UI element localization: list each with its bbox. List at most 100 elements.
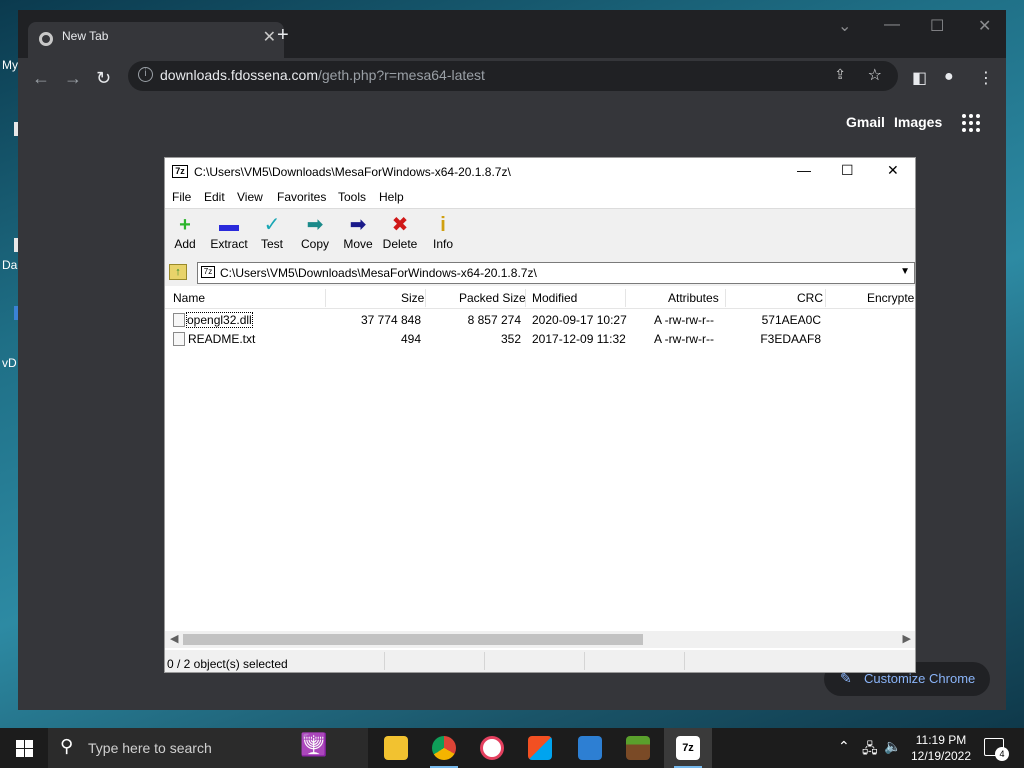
scroll-right-icon[interactable]: ▶	[903, 632, 911, 645]
browser-toolbar: ← → ↻ i downloads.fdossena.com/geth.php?…	[18, 58, 1006, 102]
col-name[interactable]: Name	[173, 291, 205, 305]
extract-icon: ▬	[219, 214, 239, 236]
sevenzip-minimize-icon[interactable]: —	[797, 162, 811, 178]
delete-label: Delete	[382, 237, 418, 251]
url-path: /geth.php?r=mesa64-latest	[318, 67, 485, 83]
chrome-icon	[432, 736, 456, 760]
copy-label: Copy	[300, 237, 329, 251]
clock-date: 12/19/2022	[910, 749, 972, 763]
test-button[interactable]: ✓ Test	[250, 213, 294, 251]
add-button[interactable]: + Add	[163, 213, 207, 251]
row-modified: 2017-12-09 11:32	[532, 332, 626, 346]
col-crc[interactable]: CRC	[797, 291, 823, 305]
volume-icon[interactable]: 🔈	[884, 738, 901, 755]
table-row[interactable]: README.txt 494 352 2017-12-09 11:32 A -r…	[165, 330, 915, 349]
side-panel-icon[interactable]: ◧	[912, 68, 927, 88]
file-list-header: Name Size Packed Size Modified Attribute…	[165, 287, 915, 309]
sevenzip-address-combo[interactable]: 7z C:\Users\VM5\Downloads\MesaForWindows…	[197, 262, 915, 284]
file-icon	[173, 332, 185, 346]
forward-icon[interactable]: →	[64, 68, 82, 89]
network-icon[interactable]: 🖧	[862, 738, 878, 762]
col-modified[interactable]: Modified	[532, 291, 577, 305]
taskbar: ⚲ Type here to search 🕎 7z ⌃ 🖧 🔈 11:19 P…	[0, 728, 1024, 768]
windows-start-icon[interactable]	[16, 740, 33, 757]
folder-up-icon[interactable]: ↑	[169, 264, 187, 280]
back-icon[interactable]: ←	[32, 68, 50, 89]
desktop-icon-label: Da	[2, 258, 18, 272]
scrollbar-thumb[interactable]	[183, 634, 643, 645]
extract-button[interactable]: ▬ Extract	[207, 213, 251, 251]
taskbar-chrome[interactable]	[420, 728, 468, 768]
menu-view[interactable]: View	[237, 190, 263, 204]
gmail-link[interactable]: Gmail	[846, 114, 885, 130]
show-hidden-icons-icon[interactable]: ⌃	[838, 738, 850, 755]
dos-icon	[578, 736, 602, 760]
tab-search-icon[interactable]: ⌄	[838, 16, 851, 36]
menu-tools[interactable]: Tools	[338, 190, 366, 204]
row-packed: 352	[500, 332, 521, 346]
minimize-icon[interactable]: —	[884, 16, 900, 34]
taskbar-store[interactable]	[516, 728, 564, 768]
table-row[interactable]: opengl32.dll 37 774 848 8 857 274 2020-0…	[165, 311, 915, 330]
sevenzip-toolbar: + Add ▬ Extract ✓ Test ➡ Copy ➡ Move ✖ D…	[165, 208, 915, 260]
search-icon: ⚲	[60, 736, 74, 756]
new-tab-button[interactable]: +	[277, 24, 289, 47]
menu-help[interactable]: Help	[379, 190, 404, 204]
taskbar-file-explorer[interactable]	[372, 728, 420, 768]
close-window-icon[interactable]: ✕	[978, 16, 991, 36]
clock-time: 11:19 PM	[915, 733, 967, 747]
taskbar-7zip[interactable]: 7z	[664, 728, 712, 768]
row-name: opengl32.dll	[186, 312, 253, 328]
extract-label: Extract	[210, 237, 248, 251]
profile-icon[interactable]: ●	[944, 68, 954, 86]
taskbar-clock[interactable]: 11:19 PM 12/19/2022	[906, 732, 976, 764]
menorah-icon: 🕎	[300, 732, 328, 757]
chevron-down-icon[interactable]: ▼	[900, 266, 910, 277]
reload-icon[interactable]: ↻	[96, 68, 111, 89]
desktop-icon-label: My	[2, 58, 18, 72]
address-bar[interactable]: i downloads.fdossena.com/geth.php?r=mesa…	[128, 61, 898, 91]
folder-icon	[384, 736, 408, 760]
sevenzip-address-text: C:\Users\VM5\Downloads\MesaForWindows-x6…	[220, 266, 537, 280]
row-attributes: A -rw-rw-r--	[654, 313, 714, 327]
move-button[interactable]: ➡ Move	[336, 213, 380, 251]
menu-kebab-icon[interactable]: ⋮	[978, 68, 994, 88]
taskbar-search[interactable]: ⚲ Type here to search 🕎	[48, 728, 368, 768]
sevenzip-window: 7z C:\Users\VM5\Downloads\MesaForWindows…	[164, 157, 916, 673]
sevenzip-logo-icon: 7z	[172, 165, 188, 178]
copy-button[interactable]: ➡ Copy	[293, 213, 337, 251]
share-icon[interactable]: ⇪	[834, 66, 846, 83]
tab-close-icon[interactable]: ✕	[263, 27, 276, 47]
sevenzip-titlebar[interactable]: 7z C:\Users\VM5\Downloads\MesaForWindows…	[165, 158, 915, 186]
site-info-icon[interactable]: i	[138, 67, 153, 82]
customize-chrome-label: Customize Chrome	[864, 671, 976, 686]
copy-icon: ➡	[306, 214, 324, 236]
taskbar-minecraft[interactable]	[614, 728, 662, 768]
row-crc: F3EDAAF8	[760, 332, 821, 346]
sevenzip-maximize-icon[interactable]: ☐	[841, 162, 854, 179]
taskbar-dos-app[interactable]	[566, 728, 614, 768]
horizontal-scrollbar[interactable]: ◀ ▶	[165, 631, 915, 648]
tab-title: New Tab	[62, 29, 109, 43]
col-size[interactable]: Size	[401, 291, 424, 305]
file-list: Name Size Packed Size Modified Attribute…	[165, 287, 915, 631]
menu-edit[interactable]: Edit	[204, 190, 225, 204]
scroll-left-icon[interactable]: ◀	[170, 632, 178, 645]
notification-center-icon[interactable]: 4	[984, 738, 1009, 761]
delete-button[interactable]: ✖ Delete	[378, 213, 422, 251]
col-packed-size[interactable]: Packed Size	[459, 291, 526, 305]
menu-favorites[interactable]: Favorites	[277, 190, 326, 204]
col-attributes[interactable]: Attributes	[668, 291, 719, 305]
bookmark-star-icon[interactable]: ☆	[868, 65, 882, 85]
col-encrypted[interactable]: Encrypte	[867, 291, 914, 305]
menu-file[interactable]: File	[172, 190, 191, 204]
taskbar-itunes[interactable]	[468, 728, 516, 768]
images-link[interactable]: Images	[894, 114, 942, 130]
tab-new-tab[interactable]: New Tab ✕	[28, 22, 284, 58]
music-icon	[480, 736, 504, 760]
add-label: Add	[174, 237, 196, 251]
google-apps-icon[interactable]	[962, 114, 980, 132]
maximize-icon[interactable]: ☐	[930, 16, 944, 36]
sevenzip-close-icon[interactable]: ✕	[887, 162, 899, 179]
info-button[interactable]: i Info	[421, 213, 465, 251]
